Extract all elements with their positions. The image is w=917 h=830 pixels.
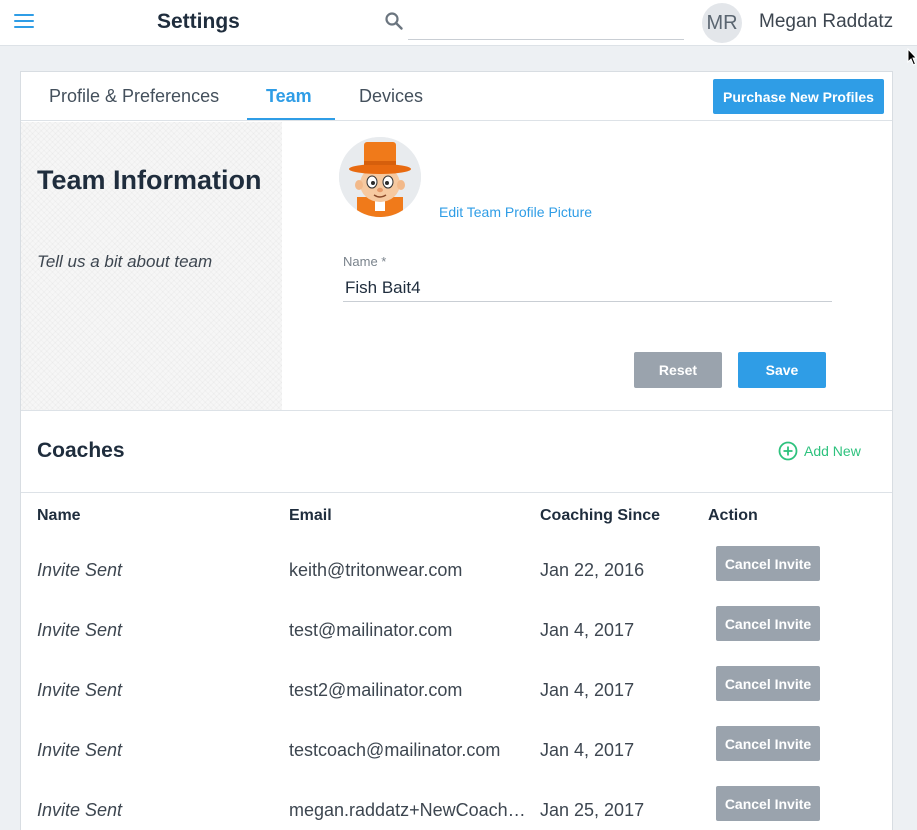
coach-email: megan.raddatz+NewCoach@... [289,800,539,820]
edit-team-profile-picture-link[interactable]: Edit Team Profile Picture [439,204,592,220]
cancel-invite-button[interactable]: Cancel Invite [716,726,820,761]
table-row: Invite Sent testcoach@mailinator.com Jan… [21,724,892,784]
coach-name: Invite Sent [37,560,123,580]
top-bar: Settings MR Megan Raddatz [0,0,917,46]
team-info-subtitle: Tell us a bit about team [37,252,213,271]
name-field-label: Name * [343,254,387,269]
coach-since: Jan 4, 2017 [540,620,635,640]
coach-email: test@mailinator.com [289,620,453,640]
section-divider [21,492,892,493]
settings-card: Profile & Preferences Team Devices Purch… [20,71,893,830]
tab-bar: Profile & Preferences Team Devices Purch… [21,72,892,121]
table-row: Invite Sent megan.raddatz+NewCoach@... J… [21,784,892,830]
coach-since: Jan 22, 2016 [540,560,645,580]
team-profile-picture[interactable] [339,137,421,217]
cancel-invite-button[interactable]: Cancel Invite [716,666,820,701]
cancel-invite-button[interactable]: Cancel Invite [716,786,820,821]
section-divider [21,410,892,411]
active-tab-indicator [247,118,335,120]
coach-name: Invite Sent [37,740,123,760]
coaches-title: Coaches [37,439,125,462]
search-icon[interactable] [384,11,404,31]
add-new-coach-button[interactable]: Add New [778,441,861,461]
add-new-label: Add New [804,443,861,459]
avatar[interactable]: MR [702,3,742,43]
save-button[interactable]: Save [738,352,826,388]
column-header-action: Action [708,507,758,524]
coach-since: Jan 4, 2017 [540,740,635,760]
user-name[interactable]: Megan Raddatz [759,11,893,33]
coach-email: keith@tritonwear.com [289,560,463,580]
team-info-title: Team Information [37,165,262,195]
column-header-name: Name [37,507,81,524]
coach-name: Invite Sent [37,620,123,640]
page-title: Settings [157,10,240,33]
cancel-invite-button[interactable]: Cancel Invite [716,546,820,581]
coach-name: Invite Sent [37,680,123,700]
cancel-invite-button[interactable]: Cancel Invite [716,606,820,641]
mouse-cursor-icon [907,48,917,66]
coach-since: Jan 4, 2017 [540,680,635,700]
tab-team[interactable]: Team [266,86,312,107]
add-circle-icon [778,441,798,461]
column-header-email: Email [289,507,332,524]
reset-button[interactable]: Reset [634,352,722,388]
table-row: Invite Sent keith@tritonwear.com Jan 22,… [21,544,892,604]
column-header-coaching-since: Coaching Since [540,507,661,524]
tab-devices[interactable]: Devices [359,86,423,107]
coach-name: Invite Sent [37,800,123,820]
table-row: Invite Sent test2@mailinator.com Jan 4, … [21,664,892,724]
search-input[interactable] [408,6,684,40]
team-name-field[interactable] [343,274,832,302]
hamburger-menu-icon[interactable] [14,14,34,30]
coach-email: testcoach@mailinator.com [289,740,501,760]
cartoon-character-icon [339,137,421,217]
team-info-sidebar: Team Information Tell us a bit about tea… [21,122,282,411]
coach-since: Jan 25, 2017 [540,800,645,820]
tab-profile-preferences[interactable]: Profile & Preferences [49,86,219,107]
table-row: Invite Sent test@mailinator.com Jan 4, 2… [21,604,892,664]
coach-email: test2@mailinator.com [289,680,463,700]
purchase-new-profiles-button[interactable]: Purchase New Profiles [713,79,884,114]
